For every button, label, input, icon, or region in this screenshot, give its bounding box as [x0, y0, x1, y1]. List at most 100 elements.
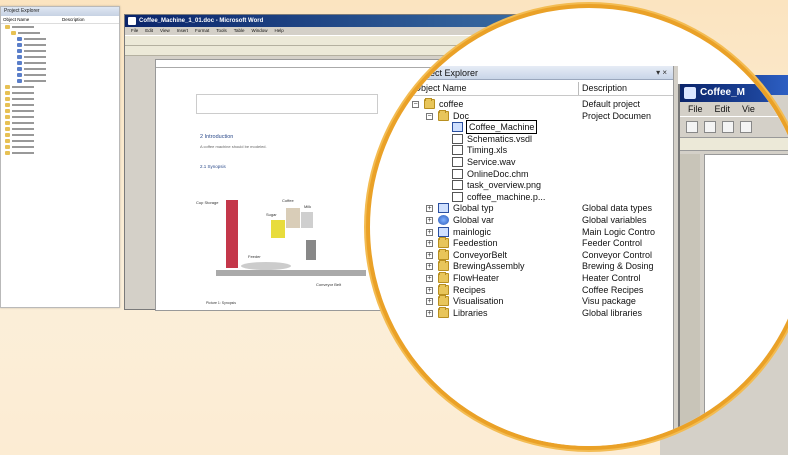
tree-item-label[interactable]: Recipes	[453, 284, 486, 296]
tree-item-label[interactable]: BrewingAssembly	[453, 260, 525, 272]
tree-row-coffee-machine-p-[interactable]: coffee_machine.p...	[408, 191, 673, 203]
types-icon	[438, 203, 449, 214]
tree-row-doc[interactable]: − Doc Project Documen	[408, 109, 673, 122]
word-doc-icon	[452, 122, 463, 133]
tree-row-brewingassembly[interactable]: + BrewingAssembly Brewing & Dosing	[408, 260, 673, 272]
tree-item-label[interactable]: ConveyorBelt	[453, 249, 507, 261]
print-preview-icon[interactable]	[740, 121, 752, 133]
word-menu-view[interactable]: View	[160, 28, 170, 33]
mini-row-label	[12, 128, 34, 130]
panel-controls[interactable]: ▾ ×	[656, 66, 667, 80]
folder-icon	[438, 237, 449, 249]
tree-item-label[interactable]: Doc	[453, 110, 469, 122]
feeder-label: Feeder	[248, 254, 261, 259]
tree-row-timing-xls[interactable]: Timing.xls	[408, 144, 673, 156]
audio-file-icon	[452, 157, 463, 167]
tree-item-description: Coffee Recipes	[582, 284, 644, 295]
tree-item-label[interactable]: Timing.xls	[467, 144, 507, 156]
coffee-menu-vie[interactable]: Vie	[742, 104, 755, 114]
column-description[interactable]: Description	[582, 82, 627, 95]
tree-item-description: Conveyor Control	[582, 249, 653, 260]
open-folder-icon[interactable]	[704, 121, 716, 133]
mini-row-label	[12, 140, 34, 142]
tree-row-service-wav[interactable]: Service.wav	[408, 156, 673, 168]
project-explorer-panel: Project Explorer ▾ × Object Name Descrip…	[408, 66, 674, 446]
tree-row-visualisation[interactable]: + Visualisation Visu package	[408, 295, 673, 307]
tree-item-label[interactable]: Visualisation	[453, 295, 503, 307]
tree-row-global-typ[interactable]: + Global typ Global data types	[408, 202, 673, 214]
coffee-menu-file[interactable]: File	[688, 104, 703, 114]
mini-row-label	[24, 50, 46, 52]
folder-icon	[5, 115, 10, 119]
tree-item-label[interactable]: mainlogic	[453, 226, 491, 238]
tree-item-label[interactable]: OnlineDoc.chm	[467, 168, 529, 180]
expand-icon[interactable]: +	[426, 309, 433, 317]
tree-row-libraries[interactable]: + Libraries Global libraries	[408, 306, 673, 319]
word-menu-format[interactable]: Format	[195, 28, 209, 33]
tree-row-onlinedoc-chm[interactable]: OnlineDoc.chm	[408, 168, 673, 180]
folder-icon	[5, 25, 10, 29]
tree-row-global-var[interactable]: + Global var Global variables	[408, 214, 673, 226]
tree-item-label[interactable]: Libraries	[453, 307, 488, 319]
mini-row-label	[12, 86, 34, 88]
column-separator[interactable]	[578, 82, 579, 95]
word-menu-tools[interactable]: Tools	[216, 28, 227, 33]
coffee-menu-edit[interactable]: Edit	[715, 104, 731, 114]
word-menu-edit[interactable]: Edit	[145, 28, 153, 33]
tree-row-flowheater[interactable]: + FlowHeater Heater Control	[408, 272, 673, 284]
expand-icon[interactable]: +	[426, 251, 433, 259]
tree-row-conveyorbelt[interactable]: + ConveyorBelt Conveyor Control	[408, 248, 673, 261]
expand-icon[interactable]: +	[426, 205, 433, 213]
expand-icon[interactable]: +	[426, 286, 433, 294]
collapse-icon[interactable]: −	[426, 112, 433, 120]
word-menu-insert[interactable]: Insert	[177, 28, 188, 33]
expand-icon[interactable]: +	[426, 217, 433, 224]
folder-icon	[438, 109, 449, 121]
milk-container	[301, 212, 313, 228]
expand-icon[interactable]: +	[426, 298, 433, 306]
tree-item-description: Project Documen	[582, 110, 652, 121]
tree-row-feedestion[interactable]: + Feedestion Feeder Control	[408, 237, 673, 249]
tree-row-coffee[interactable]: − coffee Default project	[408, 98, 673, 110]
tree-item-label[interactable]: Global typ	[453, 202, 494, 214]
expand-icon[interactable]: +	[426, 263, 433, 271]
help-file-icon	[452, 168, 463, 179]
coffee-menubar: File Edit Vie	[680, 102, 788, 116]
tree-item-label[interactable]: Service.wav	[467, 156, 516, 168]
mini-row-label	[12, 98, 34, 100]
tree-row-recipes[interactable]: + Recipes Coffee Recipes	[408, 283, 673, 296]
word-menu-window[interactable]: Window	[252, 28, 268, 33]
tree-item-label[interactable]: coffee_machine.p...	[467, 191, 545, 203]
collapse-icon[interactable]: −	[412, 101, 419, 108]
expand-icon[interactable]: +	[426, 228, 433, 236]
tree-row-task-overview-png[interactable]: task_overview.png	[408, 179, 673, 191]
mini-tree-row[interactable]	[1, 150, 119, 156]
tree-item-label[interactable]: Feedestion	[453, 237, 498, 249]
cup-storage-shape	[226, 200, 238, 268]
word-menu-table[interactable]: Table	[234, 28, 245, 33]
tree-item-label[interactable]: FlowHeater	[453, 272, 499, 284]
file-icon	[17, 49, 22, 53]
expand-icon[interactable]: +	[426, 240, 433, 248]
folder-icon	[5, 133, 10, 137]
tree-row-mainlogic[interactable]: + mainlogic Main Logic Contro	[408, 226, 673, 238]
column-object-name[interactable]: Object Name	[414, 82, 467, 95]
globe-icon	[438, 215, 449, 225]
tree-item-label[interactable]: Global var	[453, 214, 494, 226]
tree-row-schematics-vsdl[interactable]: Schematics.vsdl	[408, 133, 673, 145]
word-menu-file[interactable]: File	[131, 28, 138, 33]
coffee-window-title: Coffee_M	[700, 87, 746, 98]
tree-item-label[interactable]: Coffee_Machine	[465, 120, 538, 135]
word-menu-help[interactable]: Help	[275, 28, 284, 33]
new-document-icon[interactable]	[686, 121, 698, 133]
tree-item-label[interactable]: task_overview.png	[467, 179, 541, 191]
expand-icon[interactable]: +	[426, 275, 433, 282]
tree-item-label[interactable]: coffee	[439, 98, 463, 110]
save-icon[interactable]	[722, 121, 734, 133]
project-explorer-title: Project Explorer	[414, 68, 479, 78]
folder-icon	[5, 121, 10, 125]
magnifier-lens: Project Explorer ▾ × Object Name Descrip…	[366, 4, 788, 450]
tree-item-label[interactable]: Schematics.vsdl	[467, 133, 532, 145]
coffee-document-page[interactable]	[704, 154, 788, 446]
tree-row-coffee-machine[interactable]: Coffee_Machine	[408, 120, 673, 135]
